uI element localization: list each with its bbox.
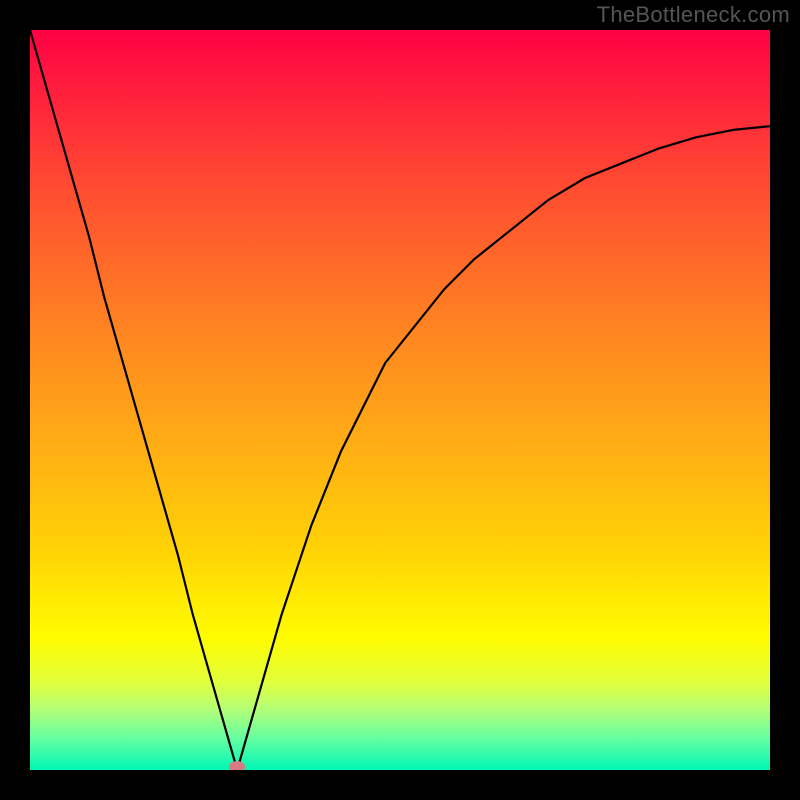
chart-frame: TheBottleneck.com: [0, 0, 800, 800]
bottleneck-curve: [30, 30, 770, 770]
plot-area: [30, 30, 770, 770]
minimum-marker-icon: [229, 761, 245, 770]
watermark-text: TheBottleneck.com: [597, 2, 790, 28]
